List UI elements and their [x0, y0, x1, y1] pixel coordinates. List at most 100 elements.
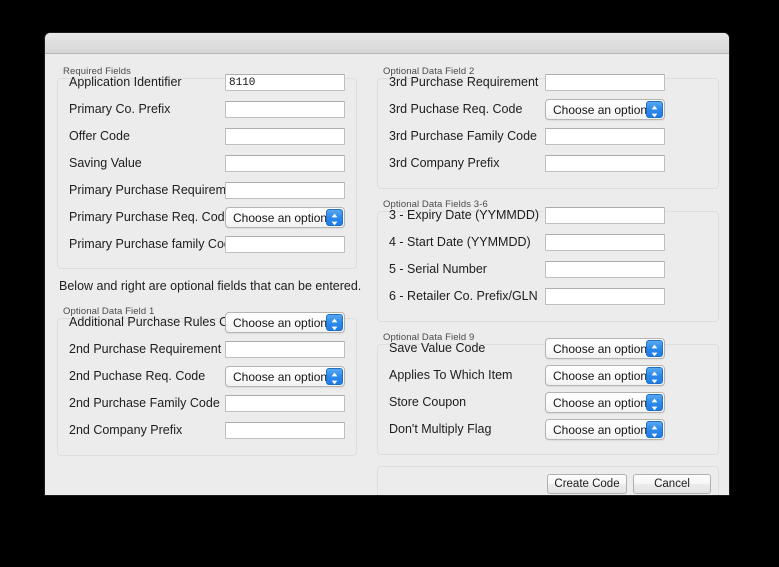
optional-fields-note: Below and right are optional fields that… [59, 279, 361, 293]
select-dropdown[interactable]: Choose an option [225, 207, 345, 228]
action-bar: Create Code Cancel [377, 466, 719, 496]
field-label: 3 - Expiry Date (YYMMDD) [389, 202, 539, 229]
text-input[interactable] [545, 128, 665, 145]
select-value: Choose an option [553, 339, 647, 359]
chevron-updown-icon[interactable] [326, 209, 343, 226]
field-label: 3rd Purchase Family Code [389, 123, 537, 150]
field-row: Primary Purchase family Code [57, 231, 357, 258]
select-value: Choose an option [553, 366, 647, 386]
text-input[interactable] [545, 155, 665, 172]
right-column: Optional Data Field 2 3rd Purchase Requi… [377, 54, 719, 496]
group-body-optional-3-6: 3 - Expiry Date (YYMMDD)4 - Start Date (… [377, 211, 719, 322]
text-input[interactable] [225, 395, 345, 412]
field-row: 2nd Purchase Family Code [57, 390, 357, 417]
text-input[interactable] [225, 422, 345, 439]
field-row: 2nd Puchase Req. Code Choose an option [57, 363, 357, 390]
select-value: Choose an option [553, 420, 647, 440]
chevron-updown-icon[interactable] [326, 314, 343, 331]
select-value: Choose an option [553, 100, 647, 120]
chevron-updown-icon[interactable] [646, 367, 663, 384]
select-dropdown[interactable]: Choose an option [545, 392, 665, 413]
field-row: Primary Purchase Req. CodeChoose an opti… [57, 204, 357, 231]
field-row: 4 - Start Date (YYMMDD) [377, 229, 719, 256]
field-label: Primary Purchase Req. Code [69, 204, 232, 231]
field-row: Application Identifier [57, 69, 357, 96]
field-label: Save Value Code [389, 335, 485, 362]
text-input[interactable] [545, 234, 665, 251]
field-row: Primary Co. Prefix [57, 96, 357, 123]
field-label: 2nd Purchase Requirement [69, 336, 221, 363]
chevron-updown-icon[interactable] [646, 394, 663, 411]
field-row: 3rd Purchase Family Code [377, 123, 719, 150]
text-input[interactable] [225, 341, 345, 358]
field-label: Additional Purchase Rules Code [69, 309, 249, 336]
dialog-window: Required Fields Application IdentifierPr… [44, 32, 730, 496]
field-label: Saving Value [69, 150, 142, 177]
field-row: 2nd Purchase Requirement [57, 336, 357, 363]
field-label: 2nd Purchase Family Code [69, 390, 220, 417]
field-row: Primary Purchase Requirement [57, 177, 357, 204]
field-label: 3rd Company Prefix [389, 150, 499, 177]
group-optional-2: Optional Data Field 2 3rd Purchase Requi… [377, 66, 719, 191]
field-row: 3 - Expiry Date (YYMMDD) [377, 202, 719, 229]
text-input[interactable] [225, 182, 345, 199]
text-input[interactable] [225, 128, 345, 145]
text-input[interactable] [225, 74, 345, 91]
field-row: 3rd Puchase Req. CodeChoose an option [377, 96, 719, 123]
field-label: 2nd Puchase Req. Code [69, 363, 205, 390]
field-row: Save Value Code Choose an option [377, 335, 719, 362]
field-label: 4 - Start Date (YYMMDD) [389, 229, 531, 256]
field-row: Don't Multiply Flag Choose an option [377, 416, 719, 443]
group-optional-3-6: Optional Data Fields 3-6 3 - Expiry Date… [377, 199, 719, 324]
group-body-optional-9: Save Value CodeChoose an optionApplies T… [377, 344, 719, 455]
text-input[interactable] [545, 74, 665, 91]
field-row: 2nd Company Prefix [57, 417, 357, 444]
select-value: Choose an option [233, 208, 327, 228]
field-label: 5 - Serial Number [389, 256, 487, 283]
field-row: 3rd Company Prefix [377, 150, 719, 177]
group-required-fields: Required Fields Application IdentifierPr… [57, 66, 357, 271]
select-dropdown[interactable]: Choose an option [545, 338, 665, 359]
field-label: Application Identifier [69, 69, 182, 96]
text-input[interactable] [545, 288, 665, 305]
field-label: Primary Co. Prefix [69, 96, 170, 123]
field-label: Primary Purchase family Code [69, 231, 238, 258]
field-row: Offer Code [57, 123, 357, 150]
select-value: Choose an option [233, 313, 327, 333]
field-label: 6 - Retailer Co. Prefix/GLN [389, 283, 538, 310]
window-titlebar[interactable] [45, 33, 729, 54]
field-label: Store Coupon [389, 389, 466, 416]
select-value: Choose an option [233, 367, 327, 387]
chevron-updown-icon[interactable] [326, 368, 343, 385]
text-input[interactable] [545, 261, 665, 278]
field-label: 3rd Purchase Requirement [389, 69, 538, 96]
group-body-optional-2: 3rd Purchase Requirement3rd Puchase Req.… [377, 78, 719, 189]
select-dropdown[interactable]: Choose an option [545, 99, 665, 120]
chevron-updown-icon[interactable] [646, 340, 663, 357]
field-row: 6 - Retailer Co. Prefix/GLN [377, 283, 719, 310]
group-optional-1: Optional Data Field 1 Additional Purchas… [57, 306, 357, 458]
group-body-optional-1: Additional Purchase Rules CodeChoose an … [57, 318, 357, 456]
field-label: Offer Code [69, 123, 130, 150]
cancel-button[interactable]: Cancel [633, 474, 711, 494]
select-dropdown[interactable]: Choose an option [545, 419, 665, 440]
field-row: Applies To Which Item Choose an option [377, 362, 719, 389]
screen: Required Fields Application IdentifierPr… [0, 0, 779, 567]
select-dropdown[interactable]: Choose an option [225, 366, 345, 387]
field-label: 2nd Company Prefix [69, 417, 182, 444]
chevron-updown-icon[interactable] [646, 421, 663, 438]
select-value: Choose an option [553, 393, 647, 413]
field-label: Don't Multiply Flag [389, 416, 491, 443]
field-row: 3rd Purchase Requirement [377, 69, 719, 96]
dialog-content: Required Fields Application IdentifierPr… [45, 54, 729, 496]
field-label: Applies To Which Item [389, 362, 512, 389]
text-input[interactable] [225, 155, 345, 172]
chevron-updown-icon[interactable] [646, 101, 663, 118]
text-input[interactable] [225, 236, 345, 253]
select-dropdown[interactable]: Choose an option [545, 365, 665, 386]
text-input[interactable] [545, 207, 665, 224]
text-input[interactable] [225, 101, 345, 118]
group-optional-9: Optional Data Field 9 Save Value CodeCho… [377, 332, 719, 457]
create-code-button[interactable]: Create Code [547, 474, 627, 494]
select-dropdown[interactable]: Choose an option [225, 312, 345, 333]
